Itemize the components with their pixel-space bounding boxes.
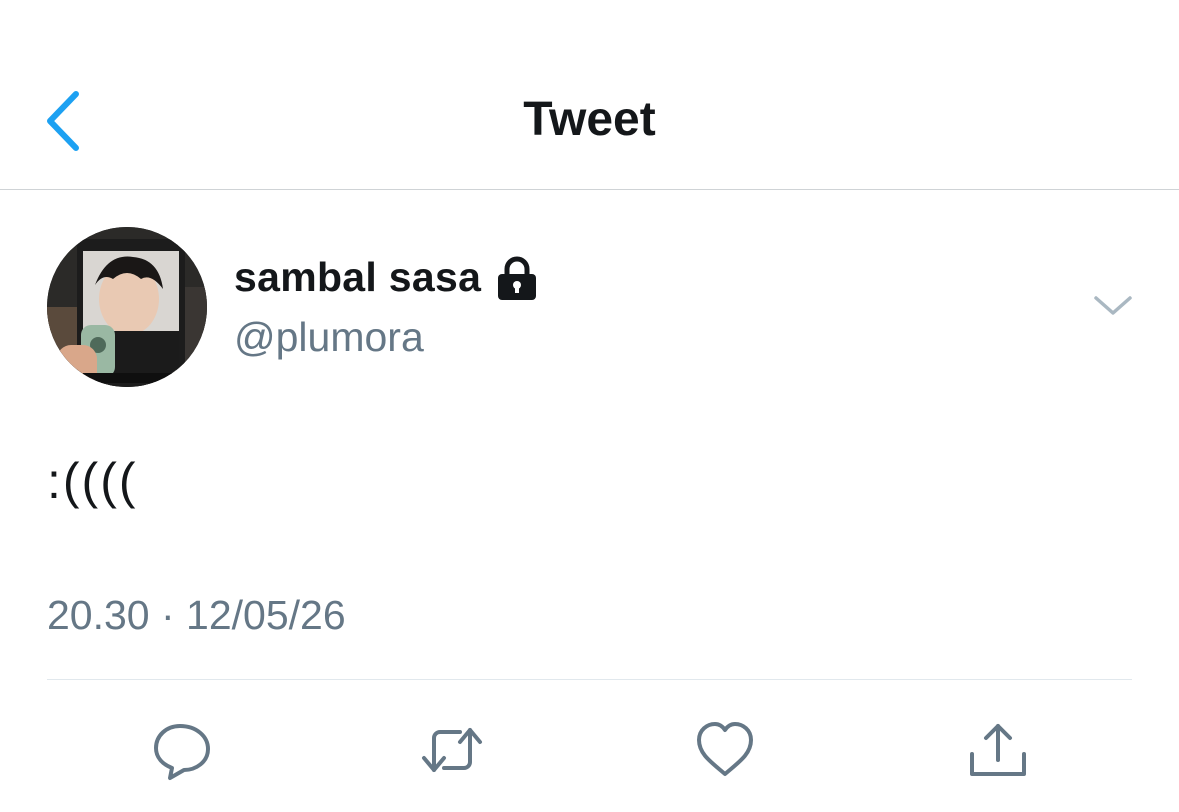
- like-button[interactable]: [693, 718, 757, 782]
- header-divider: [0, 189, 1179, 190]
- avatar-image: [47, 227, 207, 387]
- share-icon: [970, 724, 1026, 776]
- share-button[interactable]: [966, 718, 1030, 782]
- tweet-text: :((((: [47, 453, 138, 509]
- tweet-timestamp[interactable]: 20.30 · 12/05/26: [47, 592, 346, 639]
- more-options-button[interactable]: [1092, 290, 1134, 320]
- top-bar: Tweet: [0, 0, 1179, 189]
- retweet-icon: [422, 728, 482, 772]
- author-name-row[interactable]: sambal sasa: [234, 254, 539, 301]
- chevron-down-icon: [1094, 296, 1132, 315]
- lock-icon: [498, 256, 537, 300]
- retweet-button[interactable]: [420, 718, 484, 782]
- actions-divider: [47, 679, 1132, 680]
- page-title: Tweet: [523, 93, 656, 146]
- avatar[interactable]: [47, 227, 207, 387]
- reply-button[interactable]: [150, 718, 214, 782]
- user-handle[interactable]: @plumora: [234, 314, 424, 361]
- reply-icon: [154, 724, 210, 780]
- display-name[interactable]: sambal sasa: [234, 254, 481, 301]
- heart-icon: [697, 722, 753, 776]
